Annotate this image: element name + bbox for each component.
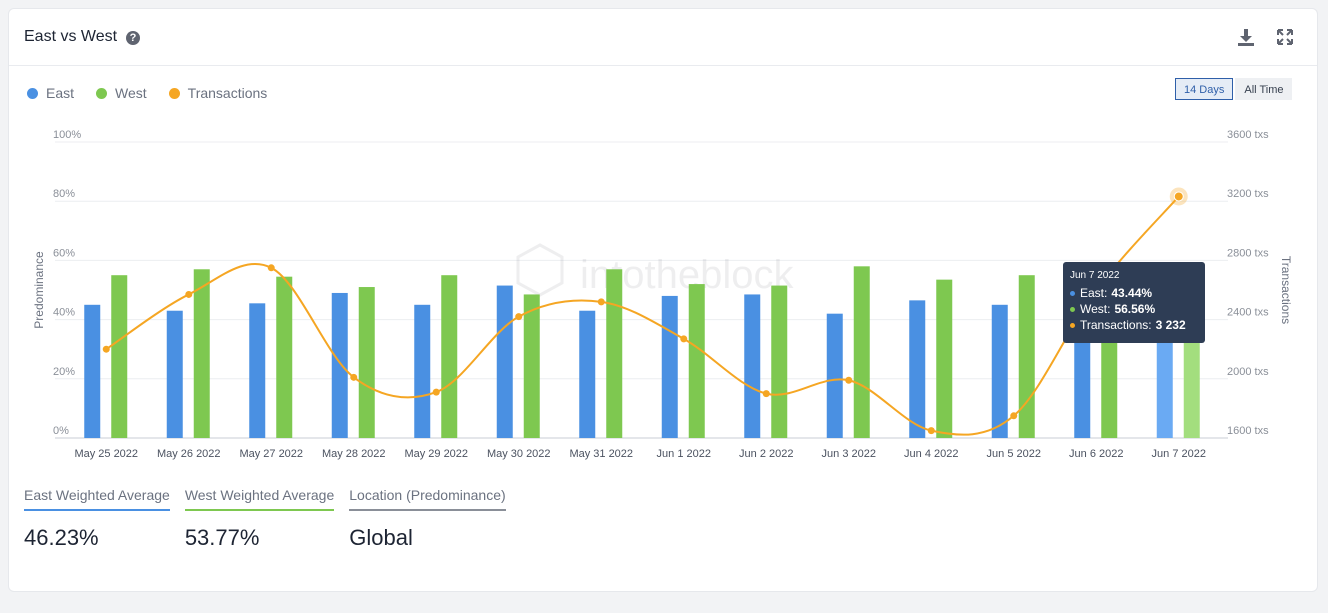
bar-east[interactable] xyxy=(249,303,266,438)
bar-west[interactable] xyxy=(358,287,375,438)
bar-east[interactable] xyxy=(166,310,183,438)
bar-west[interactable] xyxy=(111,275,128,438)
y-axis-left: 0% 20% 40% 60% 80% 100% xyxy=(53,129,81,437)
stat-label: East Weighted Average xyxy=(24,487,170,511)
transactions-point[interactable] xyxy=(432,388,440,396)
transactions-point[interactable] xyxy=(1173,191,1184,202)
bar-east[interactable] xyxy=(331,292,348,438)
transactions-point[interactable] xyxy=(102,345,110,353)
tooltip-dot-transactions xyxy=(1070,322,1075,328)
bar-east[interactable] xyxy=(744,294,761,438)
tooltip-east-value: 43.44% xyxy=(1111,286,1153,300)
tooltip-west-label: West: xyxy=(1080,302,1111,316)
y-right-tick-label: 3600 txs xyxy=(1227,129,1269,141)
y-right-tick-label: 2400 txs xyxy=(1227,307,1269,319)
x-tick-label: May 29 2022 xyxy=(404,448,468,460)
y-axis-left-label: Predominance xyxy=(32,251,46,329)
stat-west-weighted-average: West Weighted Average 53.77% xyxy=(184,487,335,551)
transactions-point[interactable] xyxy=(515,313,523,321)
transactions-point[interactable] xyxy=(680,335,688,343)
x-tick-label: Jun 2 2022 xyxy=(739,448,793,460)
transactions-point[interactable] xyxy=(845,376,853,384)
bar-west[interactable] xyxy=(193,269,210,438)
transactions-point[interactable] xyxy=(762,390,770,398)
x-tick-label: May 26 2022 xyxy=(157,448,221,460)
x-tick-label: May 28 2022 xyxy=(322,448,386,460)
y-right-tick-label: 2800 txs xyxy=(1227,247,1269,259)
y-right-tick-label: 2000 txs xyxy=(1227,366,1269,378)
y-right-tick-label: 3200 txs xyxy=(1227,188,1269,200)
bar-west[interactable] xyxy=(853,266,870,438)
y-left-tick-label: 100% xyxy=(53,129,81,141)
y-right-tick-label: 1600 txs xyxy=(1227,425,1269,437)
tooltip-east-label: East: xyxy=(1080,286,1108,300)
stat-value: Global xyxy=(349,525,413,550)
x-tick-label: Jun 1 2022 xyxy=(657,448,711,460)
x-tick-label: Jun 5 2022 xyxy=(987,448,1041,460)
stat-label: West Weighted Average xyxy=(184,487,335,511)
tooltip-dot-east xyxy=(1070,290,1075,296)
bar-west[interactable] xyxy=(771,285,788,438)
bar-east[interactable] xyxy=(414,304,431,438)
bar-west[interactable] xyxy=(276,276,293,438)
y-axis-right-label: Transactions xyxy=(1279,256,1293,324)
transactions-point[interactable] xyxy=(927,427,935,435)
transactions-line-path xyxy=(105,195,1180,436)
bar-east[interactable] xyxy=(826,313,843,438)
tooltip-row-transactions: Transactions: 3 232 xyxy=(1070,317,1198,333)
x-tick-label: Jun 3 2022 xyxy=(822,448,876,460)
tooltip-west-value: 56.56% xyxy=(1114,302,1156,316)
tooltip-dot-west xyxy=(1070,306,1075,312)
chart-tooltip: Jun 7 2022 East: 43.44% West: 56.56% Tra… xyxy=(1063,262,1205,343)
y-left-tick-label: 60% xyxy=(53,247,75,259)
stat-value: 46.23% xyxy=(24,525,99,550)
bar-west[interactable] xyxy=(936,279,953,438)
bar-west[interactable] xyxy=(688,284,705,438)
y-axis-right: 1600 txs 2000 txs 2400 txs 2800 txs 3200 txs… xyxy=(1227,129,1269,437)
y-left-tick-label: 0% xyxy=(53,425,69,437)
x-tick-label: May 30 2022 xyxy=(487,448,551,460)
stats-row: East Weighted Average 46.23% West Weight… xyxy=(24,487,521,551)
stat-location-predominance: Location (Predominance) Global xyxy=(349,487,506,551)
transactions-point[interactable] xyxy=(267,264,275,272)
y-left-tick-label: 20% xyxy=(53,366,75,378)
bar-west[interactable] xyxy=(523,294,540,438)
watermark: intotheblock xyxy=(516,243,794,297)
x-axis-labels: May 25 2022 May 26 2022 May 27 2022 May 28 … xyxy=(74,448,1206,460)
bar-east[interactable] xyxy=(661,295,678,438)
bar-east[interactable] xyxy=(991,304,1008,438)
x-tick-label: Jun 6 2022 xyxy=(1069,448,1123,460)
bar-west[interactable] xyxy=(441,275,458,438)
x-tick-label: May 25 2022 xyxy=(74,448,138,460)
tooltip-row-west: West: 56.56% xyxy=(1070,301,1198,317)
stat-east-weighted-average: East Weighted Average 46.23% xyxy=(24,487,170,551)
bar-east[interactable] xyxy=(909,300,926,438)
transactions-point[interactable] xyxy=(1010,412,1018,420)
y-left-tick-label: 40% xyxy=(53,307,75,319)
transactions-point[interactable] xyxy=(350,373,358,381)
bar-east[interactable] xyxy=(496,285,513,438)
tooltip-tx-value: 3 232 xyxy=(1155,318,1186,332)
bar-west[interactable] xyxy=(606,269,623,438)
transactions-point[interactable] xyxy=(185,290,193,298)
bar-west[interactable] xyxy=(1018,275,1035,438)
y-left-tick-label: 80% xyxy=(53,188,75,200)
tooltip-date: Jun 7 2022 xyxy=(1070,270,1120,281)
x-tick-label: Jun 4 2022 xyxy=(904,448,958,460)
stat-value: 53.77% xyxy=(184,525,260,550)
stat-label: Location (Predominance) xyxy=(349,487,506,511)
transactions-point[interactable] xyxy=(597,298,605,306)
tooltip-row-east: East: 43.44% xyxy=(1070,285,1198,301)
x-tick-label: May 27 2022 xyxy=(239,448,303,460)
bar-east[interactable] xyxy=(84,304,101,438)
x-tick-label: May 31 2022 xyxy=(569,448,633,460)
x-tick-label: Jun 7 2022 xyxy=(1152,448,1206,460)
tooltip-tx-label: Transactions: xyxy=(1080,318,1152,332)
bar-east[interactable] xyxy=(579,310,596,438)
